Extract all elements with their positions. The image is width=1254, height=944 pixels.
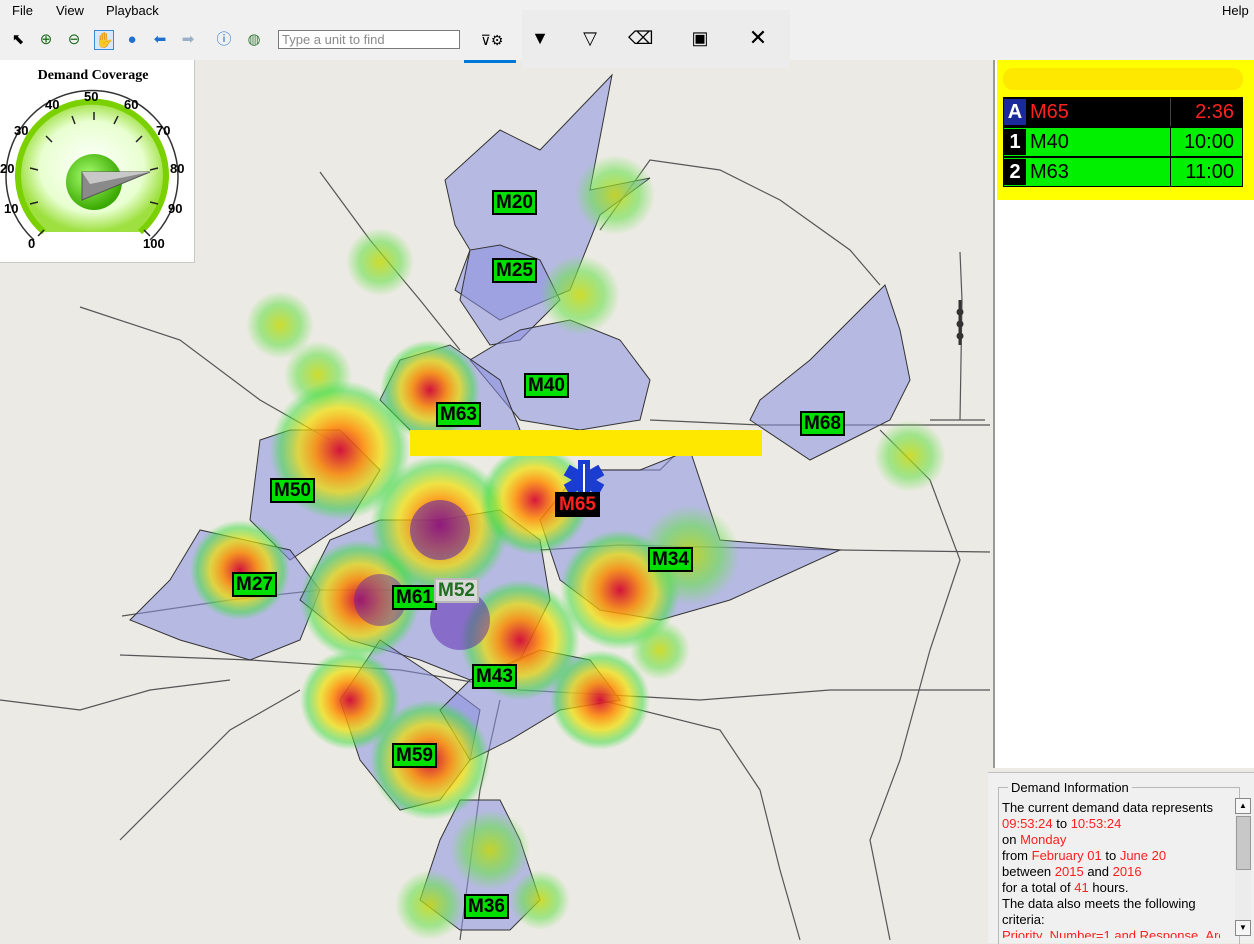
marker-icon[interactable]: ▽ <box>578 28 602 48</box>
gauge-tick-40: 40 <box>45 97 60 112</box>
demand-to: to <box>1056 816 1068 831</box>
unit-label-m43[interactable]: M43 <box>472 664 517 689</box>
gauge-tick-60: 60 <box>124 97 139 112</box>
pointer-icon[interactable]: ⬉ <box>8 30 28 50</box>
gauge-tick-70: 70 <box>156 123 171 138</box>
alert-tag: 2 <box>1004 159 1026 185</box>
eraser-icon[interactable]: ⌫ <box>628 28 653 48</box>
demand-date-to: June 20 <box>1119 848 1167 863</box>
demand-and: and <box>1087 864 1110 879</box>
alert-time: 2:36 <box>1170 98 1242 126</box>
demand-line1: The current demand data represents <box>1002 800 1214 815</box>
unit-label-m20[interactable]: M20 <box>492 190 537 215</box>
unit-search-input[interactable] <box>278 30 460 49</box>
alert-row-1[interactable]: 1 M40 10:00 <box>1003 127 1243 157</box>
unit-label-m36[interactable]: M36 <box>464 894 509 919</box>
unit-label-m68[interactable]: M68 <box>800 411 845 436</box>
demand-year-to: 2016 <box>1112 864 1142 879</box>
demand-scrollbar[interactable]: ▲ ▼ <box>1235 798 1251 936</box>
alert-tag: A <box>1004 99 1026 125</box>
demand-coverage-gauge: Demand Coverage 0 10 20 30 40 50 60 70 8… <box>0 60 195 263</box>
globe-icon[interactable]: ● <box>122 30 142 50</box>
redacted-header <box>1003 68 1243 90</box>
refresh-globe-icon[interactable]: ◍ <box>244 30 264 50</box>
alert-unit: M63 <box>1030 160 1069 183</box>
scroll-thumb[interactable] <box>1236 816 1251 870</box>
highlight-bar <box>410 430 762 456</box>
demand-total-prefix: for a total of <box>1002 880 1071 895</box>
pan-hand-icon[interactable]: ✋ <box>94 30 114 50</box>
menu-playback[interactable]: Playback <box>106 3 159 18</box>
menu-help[interactable]: Help <box>1222 3 1249 18</box>
alert-unit: M40 <box>1030 130 1069 153</box>
zoom-out-icon[interactable]: ⊖ <box>64 30 84 50</box>
alert-time: 11:00 <box>1170 158 1242 186</box>
demand-from: from <box>1002 848 1028 863</box>
gauge-tick-0: 0 <box>28 236 36 251</box>
forward-arrow-icon[interactable]: ➡ <box>178 30 198 50</box>
unit-label-m65[interactable]: M65 <box>555 492 600 517</box>
close-icon[interactable]: ✕ <box>746 27 770 49</box>
alert-tag: 1 <box>1004 129 1026 155</box>
info-icon[interactable]: ⓘ <box>214 30 234 50</box>
layers-filter-icon[interactable]: ⊽⚙ <box>470 30 514 50</box>
alert-time: 10:00 <box>1170 128 1242 156</box>
scroll-up-icon[interactable]: ▲ <box>1235 798 1251 814</box>
menu-view[interactable]: View <box>56 3 84 18</box>
demand-criteria-line: The data also meets the following criter… <box>1002 896 1196 927</box>
gauge-tick-80: 80 <box>170 161 185 176</box>
demand-between: between <box>1002 864 1052 879</box>
alert-unit: M65 <box>1030 100 1069 123</box>
unit-label-m52[interactable]: M52 <box>434 578 479 603</box>
unit-status-panel: A M65 2:36 1 M40 10:00 2 M63 11:00 <box>993 60 1254 768</box>
demand-to: to <box>1105 848 1117 863</box>
gauge-tick-20: 20 <box>0 161 15 176</box>
scroll-down-icon[interactable]: ▼ <box>1235 920 1251 936</box>
demand-text: The current demand data represents 09:53… <box>1002 800 1220 938</box>
alert-box: A M65 2:36 1 M40 10:00 2 M63 11:00 <box>997 60 1254 200</box>
demand-criteria: Priority_Number=1 and Response_Area <box>1002 928 1220 938</box>
demand-legend: Demand Information <box>1008 780 1132 795</box>
demand-day: Monday <box>1020 832 1067 847</box>
unit-label-m34[interactable]: M34 <box>648 547 693 572</box>
demand-time-from: 09:53:24 <box>1002 816 1053 831</box>
back-arrow-icon[interactable]: ⬅ <box>150 30 170 50</box>
demand-year-from: 2015 <box>1054 864 1084 879</box>
unit-label-m61[interactable]: M61 <box>392 585 437 610</box>
gauge-tick-100: 100 <box>143 236 165 251</box>
unit-label-m27[interactable]: M27 <box>232 572 277 597</box>
demand-on: on <box>1002 832 1017 847</box>
alert-row-2[interactable]: 2 M63 11:00 <box>1003 157 1243 187</box>
gauge-tick-50: 50 <box>84 89 99 104</box>
demand-hours: 41 <box>1074 880 1089 895</box>
zoom-in-icon[interactable]: ⊕ <box>36 30 56 50</box>
save-icon[interactable]: ▣ <box>688 28 712 48</box>
unit-label-m59[interactable]: M59 <box>392 743 437 768</box>
unit-label-m63[interactable]: M63 <box>436 402 481 427</box>
demand-time-to: 10:53:24 <box>1070 816 1122 831</box>
unit-label-m40[interactable]: M40 <box>524 373 569 398</box>
pen-icon[interactable]: ▼ <box>528 28 552 48</box>
alert-row-a[interactable]: A M65 2:36 <box>1003 97 1243 127</box>
demand-total-suffix: hours. <box>1092 880 1129 895</box>
gauge-tick-90: 90 <box>168 201 183 216</box>
unit-label-m25[interactable]: M25 <box>492 258 537 283</box>
gauge-tick-10: 10 <box>4 201 19 216</box>
menu-file[interactable]: File <box>12 3 33 18</box>
gauge-tick-30: 30 <box>14 123 29 138</box>
demand-date-from: February 01 <box>1031 848 1102 863</box>
demand-information-panel: Demand Information The current demand da… <box>988 772 1254 944</box>
unit-label-m50[interactable]: M50 <box>270 478 315 503</box>
